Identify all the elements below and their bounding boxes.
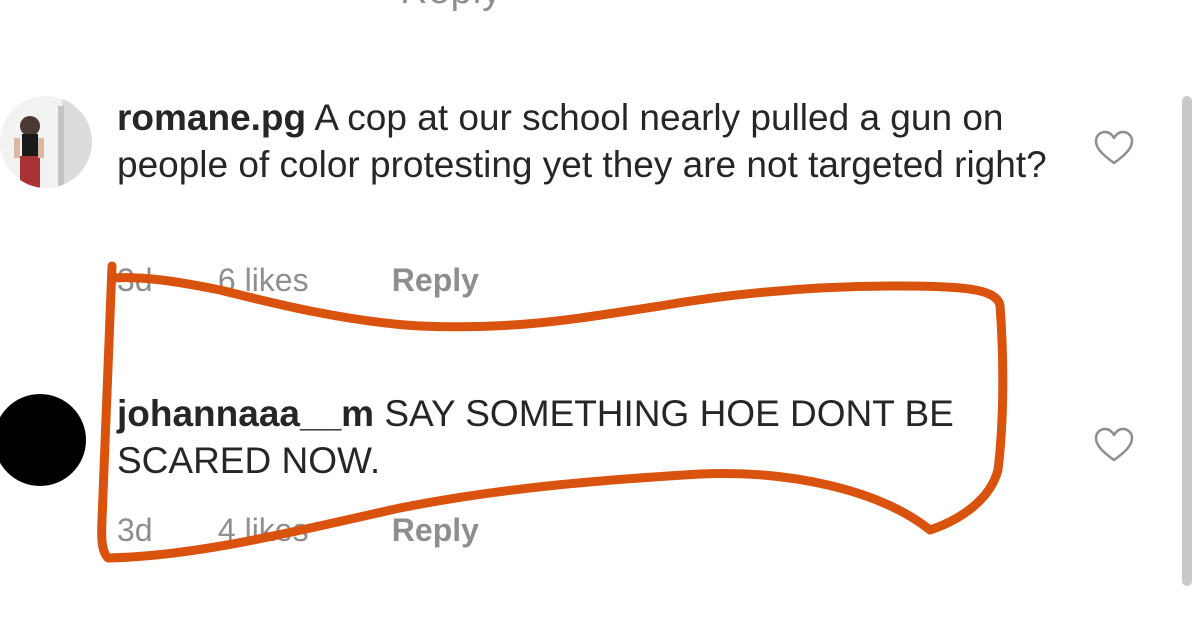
reply-button[interactable]: Reply [392,262,479,299]
comment-meta: 3d 4 likes Reply [117,512,479,549]
reply-button[interactable]: Reply [392,512,479,549]
previous-reply-cutoff[interactable]: Reply [400,0,502,13]
comment-time: 3d [117,262,153,298]
comment-text-block: johannaaa__m SAY SOMETHING HOE DONT BE S… [117,390,1067,484]
scrollbar[interactable] [1182,96,1192,586]
heart-outline-icon[interactable] [1094,427,1134,463]
comment-username[interactable]: romane.pg [117,97,306,138]
avatar-photo [0,96,92,188]
comments-screen: Reply romane.pg A cop at our school near… [0,0,1198,640]
heart-outline-icon[interactable] [1094,130,1134,166]
comment-text-block: romane.pg A cop at our school nearly pul… [117,94,1067,188]
avatar[interactable] [0,394,86,486]
comment-likes[interactable]: 4 likes [218,512,383,549]
comment-time: 3d [117,512,153,548]
comment-meta: 3d 6 likes Reply [117,262,479,299]
comment-username[interactable]: johannaaa__m [117,393,374,434]
avatar[interactable] [0,96,92,188]
comment-likes[interactable]: 6 likes [218,262,383,299]
